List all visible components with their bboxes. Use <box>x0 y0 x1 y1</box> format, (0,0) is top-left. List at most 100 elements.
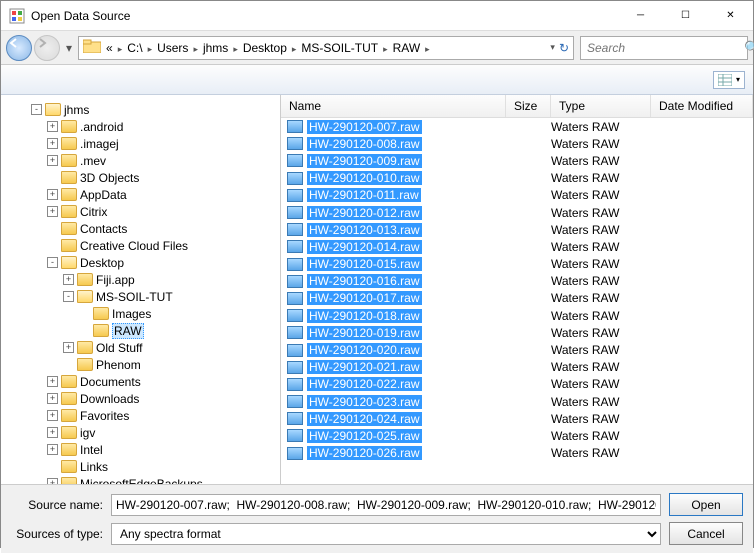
breadcrumb-segment[interactable]: MS-SOIL-TUT <box>296 41 383 55</box>
expand-icon[interactable]: + <box>63 342 74 353</box>
breadcrumb-segment[interactable]: C:\ <box>122 41 147 55</box>
file-row[interactable]: HW-290120-017.rawWaters RAW <box>281 290 753 307</box>
breadcrumb-segment[interactable]: « <box>101 41 118 55</box>
tree-item[interactable]: Phenom <box>31 356 280 373</box>
tree-item[interactable]: +MicrosoftEdgeBackups <box>31 475 280 484</box>
raw-file-icon <box>287 240 303 253</box>
breadcrumb-dropdown-icon[interactable]: ▾ <box>550 42 555 53</box>
file-row[interactable]: HW-290120-012.rawWaters RAW <box>281 204 753 221</box>
tree-item[interactable]: Creative Cloud Files <box>31 237 280 254</box>
file-row[interactable]: HW-290120-022.rawWaters RAW <box>281 376 753 393</box>
close-button[interactable]: ✕ <box>708 1 753 30</box>
expand-icon[interactable]: + <box>47 206 58 217</box>
file-row[interactable]: HW-290120-024.rawWaters RAW <box>281 410 753 427</box>
file-row[interactable]: HW-290120-025.rawWaters RAW <box>281 427 753 444</box>
tree-item[interactable]: Contacts <box>31 220 280 237</box>
file-row[interactable]: HW-290120-011.rawWaters RAW <box>281 187 753 204</box>
open-button[interactable]: Open <box>669 493 743 516</box>
file-row[interactable]: HW-290120-014.rawWaters RAW <box>281 238 753 255</box>
expand-icon[interactable]: + <box>47 155 58 166</box>
view-mode-button[interactable]: ▾ <box>713 71 745 89</box>
chevron-right-icon[interactable]: ▸ <box>425 44 430 54</box>
bottom-panel: Source name: Open Sources of type: Any s… <box>1 485 753 553</box>
tree-item[interactable]: +Intel <box>31 441 280 458</box>
tree-item[interactable]: -Desktop <box>31 254 280 271</box>
tree-item[interactable]: +Favorites <box>31 407 280 424</box>
tree-item[interactable]: Links <box>31 458 280 475</box>
file-row[interactable]: HW-290120-015.rawWaters RAW <box>281 256 753 273</box>
tree-item[interactable]: +.mev <box>31 152 280 169</box>
file-row[interactable]: HW-290120-007.rawWaters RAW <box>281 118 753 135</box>
tree-item[interactable]: -jhms <box>31 101 280 118</box>
cancel-button[interactable]: Cancel <box>669 522 743 545</box>
tree-label: 3D Objects <box>80 171 139 185</box>
file-row[interactable]: HW-290120-013.rawWaters RAW <box>281 221 753 238</box>
file-row[interactable]: HW-290120-009.rawWaters RAW <box>281 152 753 169</box>
expand-icon[interactable]: + <box>47 376 58 387</box>
chevron-right-icon[interactable]: ▸ <box>383 44 388 54</box>
tree-item[interactable]: +.android <box>31 118 280 135</box>
file-row[interactable]: HW-290120-018.rawWaters RAW <box>281 307 753 324</box>
breadcrumb-segment[interactable]: Users <box>152 41 193 55</box>
folder-icon <box>61 256 77 269</box>
search-box[interactable]: 🔍 <box>580 36 748 60</box>
tree-item[interactable]: +Old Stuff <box>31 339 280 356</box>
breadcrumb-segment[interactable]: jhms <box>198 41 233 55</box>
breadcrumb-segment[interactable]: RAW <box>388 41 426 55</box>
expand-icon[interactable]: + <box>47 427 58 438</box>
expand-icon[interactable]: + <box>47 478 58 484</box>
file-row[interactable]: HW-290120-023.rawWaters RAW <box>281 393 753 410</box>
refresh-icon[interactable]: ↻ <box>559 41 569 55</box>
breadcrumb-segment[interactable]: Desktop <box>238 41 292 55</box>
minimize-button[interactable]: ─ <box>618 1 663 30</box>
column-size[interactable]: Size <box>506 95 551 117</box>
tree-item[interactable]: 3D Objects <box>31 169 280 186</box>
maximize-button[interactable]: ☐ <box>663 1 708 30</box>
folder-icon <box>61 239 77 252</box>
column-headers[interactable]: Name Size Type Date Modified <box>281 95 753 118</box>
folder-icon <box>61 171 77 184</box>
column-name[interactable]: Name <box>281 95 506 117</box>
expand-icon[interactable]: + <box>47 189 58 200</box>
folder-tree[interactable]: -jhms+.android+.imagej+.mev 3D Objects+Ap… <box>1 95 281 484</box>
tree-item[interactable]: +igv <box>31 424 280 441</box>
expand-icon[interactable]: + <box>47 393 58 404</box>
column-date[interactable]: Date Modified <box>651 95 753 117</box>
expand-icon[interactable]: + <box>47 410 58 421</box>
search-input[interactable] <box>587 41 744 55</box>
source-name-input[interactable] <box>111 494 661 516</box>
tree-item[interactable]: +Citrix <box>31 203 280 220</box>
collapse-icon[interactable]: - <box>47 257 58 268</box>
file-type: Waters RAW <box>551 240 651 254</box>
expand-icon[interactable]: + <box>63 274 74 285</box>
tree-item[interactable]: +Documents <box>31 373 280 390</box>
expand-icon[interactable]: + <box>47 444 58 455</box>
tree-item[interactable]: RAW <box>31 322 280 339</box>
file-row[interactable]: HW-290120-019.rawWaters RAW <box>281 324 753 341</box>
file-row[interactable]: HW-290120-020.rawWaters RAW <box>281 341 753 358</box>
file-row[interactable]: HW-290120-016.rawWaters RAW <box>281 273 753 290</box>
collapse-icon[interactable]: - <box>63 291 74 302</box>
back-button[interactable] <box>6 35 32 61</box>
tree-item[interactable]: Images <box>31 305 280 322</box>
expand-icon[interactable]: + <box>47 121 58 132</box>
file-list[interactable]: HW-290120-007.rawWaters RAWHW-290120-008… <box>281 118 753 484</box>
tree-item[interactable]: +Downloads <box>31 390 280 407</box>
breadcrumb-bar[interactable]: «▸C:\▸Users▸jhms▸Desktop▸MS-SOIL-TUT▸RAW… <box>78 36 574 60</box>
tree-item[interactable]: +.imagej <box>31 135 280 152</box>
sources-type-select[interactable]: Any spectra format <box>111 523 661 545</box>
tree-item[interactable]: -MS-SOIL-TUT <box>31 288 280 305</box>
column-type[interactable]: Type <box>551 95 651 117</box>
forward-button[interactable] <box>34 35 60 61</box>
file-row[interactable]: HW-290120-010.rawWaters RAW <box>281 170 753 187</box>
file-name: HW-290120-007.raw <box>307 120 422 134</box>
history-dropdown[interactable]: ▾ <box>62 35 76 61</box>
file-row[interactable]: HW-290120-008.rawWaters RAW <box>281 135 753 152</box>
tree-item[interactable]: +AppData <box>31 186 280 203</box>
file-row[interactable]: HW-290120-026.rawWaters RAW <box>281 445 753 462</box>
expand-icon[interactable]: + <box>47 138 58 149</box>
collapse-icon[interactable]: - <box>31 104 42 115</box>
tree-item[interactable]: +Fiji.app <box>31 271 280 288</box>
file-row[interactable]: HW-290120-021.rawWaters RAW <box>281 359 753 376</box>
search-icon[interactable]: 🔍 <box>744 40 754 56</box>
